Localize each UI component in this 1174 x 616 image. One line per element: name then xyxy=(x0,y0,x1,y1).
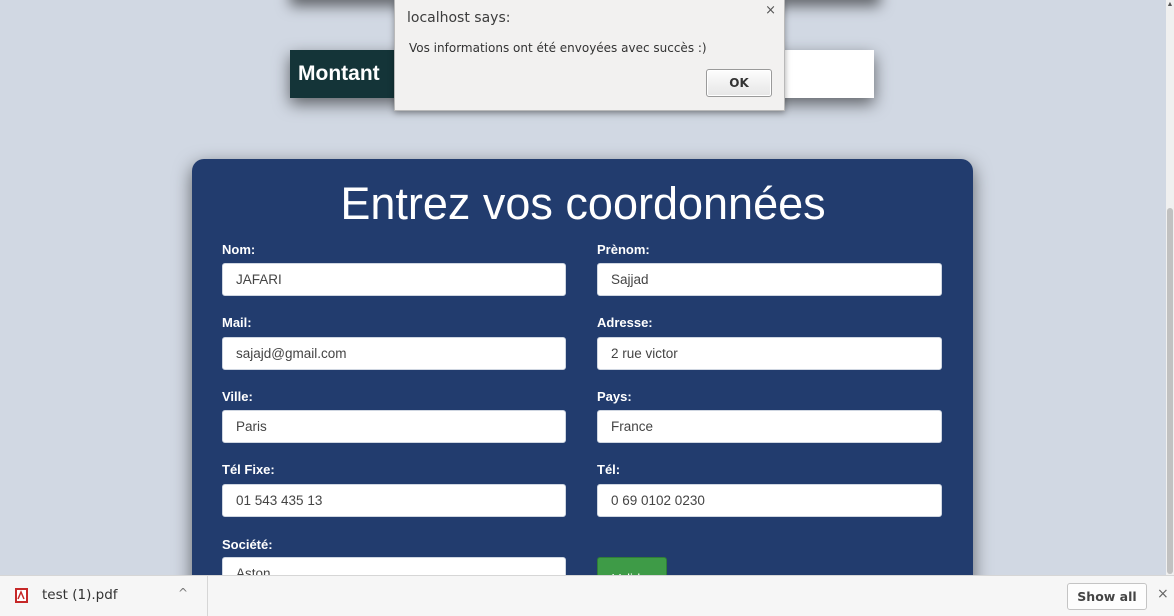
pays-input[interactable] xyxy=(597,410,942,443)
download-bar: test (1).pdf ^ Show all × xyxy=(0,575,1174,616)
ok-button[interactable]: OK xyxy=(706,69,772,97)
tel-fixe-input[interactable] xyxy=(222,484,566,517)
close-icon[interactable]: × xyxy=(765,3,776,18)
adresse-label: Adresse: xyxy=(597,315,653,330)
ville-label: Ville: xyxy=(222,389,253,404)
valider-button[interactable]: Valider xyxy=(597,557,667,575)
tel-label: Tél: xyxy=(597,462,621,477)
mail-label: Mail: xyxy=(222,315,252,330)
close-download-bar-icon[interactable]: × xyxy=(1157,586,1169,602)
prenom-label: Prènom: xyxy=(597,242,650,257)
societe-label: Société: xyxy=(222,537,273,552)
chevron-up-icon[interactable]: ^ xyxy=(178,586,188,600)
scrollbar-thumb[interactable] xyxy=(1167,208,1173,574)
mail-input[interactable] xyxy=(222,337,566,370)
pays-label: Pays: xyxy=(597,389,632,404)
nom-input[interactable] xyxy=(222,263,566,296)
pdf-file-icon xyxy=(15,588,28,603)
dialog-message: Vos informations ont été envoyées avec s… xyxy=(409,41,707,55)
ville-input[interactable] xyxy=(222,410,566,443)
download-item[interactable]: test (1).pdf ^ xyxy=(0,576,208,616)
scroll-up-arrow-icon[interactable]: ▲ xyxy=(1166,0,1174,10)
prenom-input[interactable] xyxy=(597,263,942,296)
alert-dialog: localhost says: × Vos informations ont é… xyxy=(394,0,785,111)
societe-input[interactable] xyxy=(222,557,566,575)
adresse-input[interactable] xyxy=(597,337,942,370)
page-viewport: Montant Entrez vos coordonnées Nom: Prèn… xyxy=(0,0,1166,575)
montant-label: Montant xyxy=(290,50,394,98)
form-title: Entrez vos coordonnées xyxy=(340,178,826,229)
show-all-button[interactable]: Show all xyxy=(1067,583,1147,610)
tel-fixe-label: Tél Fixe: xyxy=(222,462,275,477)
tel-input[interactable] xyxy=(597,484,942,517)
dialog-title: localhost says: xyxy=(407,10,511,26)
nom-label: Nom: xyxy=(222,242,256,257)
download-file-name: test (1).pdf xyxy=(42,587,118,603)
